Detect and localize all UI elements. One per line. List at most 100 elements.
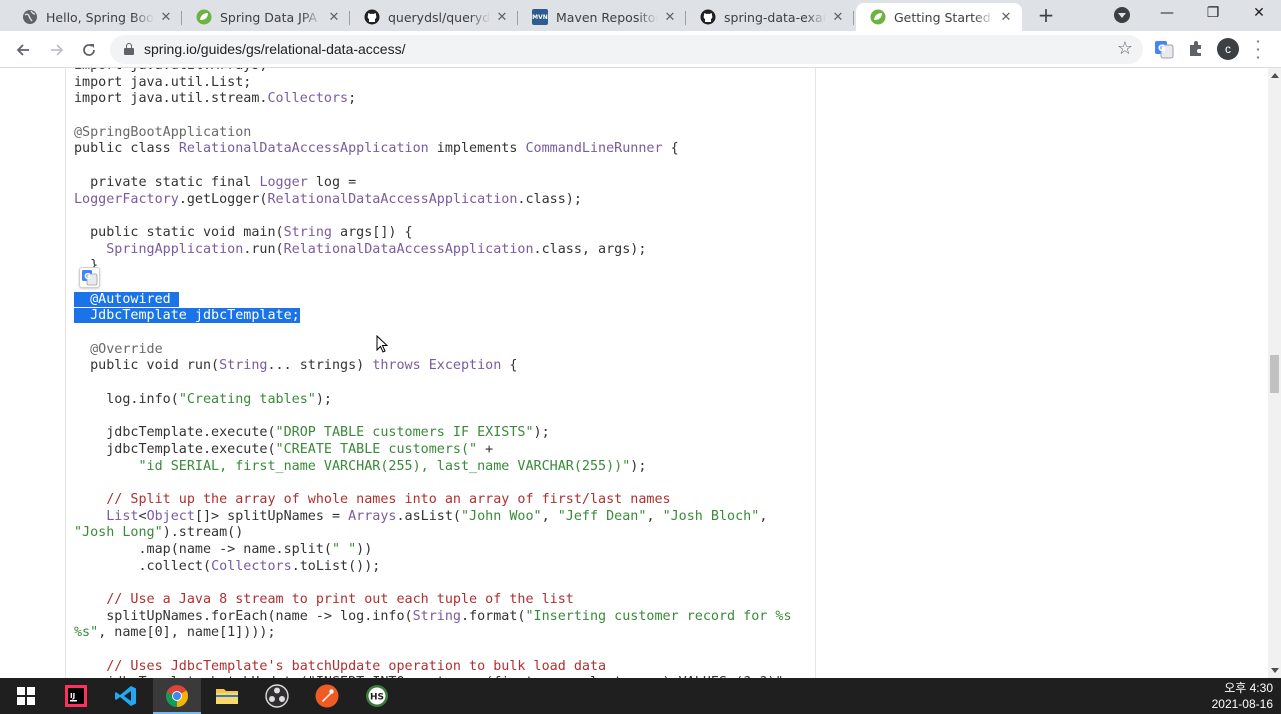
close-icon[interactable]: ✕ (662, 10, 678, 25)
code-token: log.info( (74, 391, 179, 407)
code-line: jdbcTemplate.execute("CREATE TABLE custo… (74, 442, 815, 459)
new-tab-button[interactable]: + (1034, 4, 1058, 28)
code-token: "Josh Long" (74, 525, 163, 541)
code-token: private static final (74, 174, 260, 190)
code-line: LoggerFactory.getLogger(RelationalDataAc… (74, 191, 815, 209)
postman-icon (315, 684, 339, 708)
code-token: public void run( (74, 358, 220, 374)
taskbar-vscode[interactable] (102, 678, 150, 714)
lock-icon[interactable] (124, 43, 134, 55)
mvn-icon: MVN (532, 9, 548, 25)
start-button[interactable] (2, 678, 50, 714)
code-token: splitUpNames.forEach(name -> log.info( (74, 608, 413, 624)
scroll-thumb[interactable] (1270, 355, 1279, 393)
taskbar-file-explorer[interactable] (203, 678, 251, 714)
code-token: SpringApplication (106, 241, 244, 257)
code-token: String (412, 608, 461, 624)
reload-button[interactable] (76, 37, 102, 63)
forward-button[interactable] (44, 37, 70, 63)
tab-maven-repository[interactable]: MVN Maven Repository: ✕ (518, 3, 686, 31)
code-line: "Josh Long").stream() (74, 525, 815, 542)
tab-querydsl[interactable]: querydsl/querydsl-j ✕ (350, 3, 518, 31)
taskbar-obs[interactable] (253, 678, 301, 714)
extensions-puzzle-icon[interactable] (1186, 39, 1206, 59)
code-line: @Override (74, 341, 815, 359)
svg-text:G: G (84, 272, 91, 281)
scroll-up-icon[interactable] (1271, 73, 1279, 78)
taskbar-chrome[interactable] (153, 678, 201, 714)
code-token (170, 291, 179, 307)
minimize-button[interactable]: — (1144, 0, 1190, 31)
code-token: " " (331, 541, 357, 557)
bookmark-star-icon[interactable]: ☆ (1117, 38, 1133, 59)
code-token: .collect( (74, 558, 212, 574)
code-line: JdbcTemplate jdbcTemplate; (74, 308, 815, 325)
vertical-scrollbar[interactable] (1268, 68, 1281, 678)
taskbar-intellij[interactable]: IJ (52, 678, 100, 714)
code-token: , name[0], name[1]))); (98, 625, 276, 641)
code-token: .getLogger( (178, 191, 268, 207)
code-token: @Override (74, 341, 163, 357)
tab-title: spring-data-examp (724, 9, 826, 25)
code-token: %s" (74, 625, 99, 641)
code-token: "Inserting customer record for %s (525, 608, 792, 624)
scroll-down-icon[interactable] (1271, 668, 1279, 673)
close-window-button[interactable]: ✕ (1236, 0, 1281, 31)
code-token: , (646, 508, 663, 524)
close-icon[interactable]: ✕ (158, 10, 174, 25)
hs-icon: HS (366, 685, 388, 707)
clock-date: 2021-08-16 (1211, 697, 1273, 711)
code-token: ); (315, 391, 332, 407)
folder-icon (216, 689, 238, 704)
code-line: jdbcTemplate.execute("DROP TABLE custome… (74, 425, 815, 442)
profile-avatar[interactable]: c (1217, 38, 1239, 60)
tab-hello-spring-boot[interactable]: Hello, Spring Boot! ✕ (8, 3, 182, 31)
menu-kebab-icon[interactable]: · · · (1252, 34, 1264, 66)
address-bar[interactable]: spring.io/guides/gs/relational-data-acce… (110, 35, 1143, 64)
github-icon (700, 9, 716, 25)
tab-search-icon[interactable] (1114, 7, 1130, 23)
code-token: String (283, 224, 332, 240)
code-line: .map(name -> name.split(" ")) (74, 541, 815, 559)
taskbar-postman[interactable] (303, 678, 351, 714)
spring-leaf-icon (196, 9, 212, 25)
code-line: @SpringBootApplication (74, 125, 815, 142)
code-token: throws (372, 358, 421, 374)
close-icon[interactable]: ✕ (830, 10, 846, 25)
chrome-icon (166, 685, 188, 707)
code-token: .run( (243, 241, 284, 257)
url-text: spring.io/guides/gs/relational-data-acce… (144, 41, 406, 57)
maximize-button[interactable]: ❐ (1190, 0, 1236, 31)
code-line: .collect(Collectors.toList()); (74, 558, 815, 576)
windows-taskbar: IJ HS 오후 4:30 2021-08-16 (0, 678, 1281, 714)
obs-icon (265, 684, 289, 708)
code-token: import java.util.Arrays; (74, 68, 267, 73)
tab-spring-data-jpa[interactable]: Spring Data JPA - R ✕ (182, 3, 350, 31)
code-token: Collectors (267, 91, 349, 107)
code-token: Arrays (348, 508, 397, 524)
close-icon[interactable]: ✕ (494, 10, 510, 25)
google-translate-icon[interactable]: G (1154, 39, 1174, 59)
tab-getting-started[interactable]: Getting Started | A ✕ (856, 3, 1022, 31)
code-token: , (759, 508, 768, 524)
back-button[interactable] (10, 37, 36, 63)
github-icon (364, 9, 380, 25)
close-icon[interactable]: ✕ (998, 10, 1014, 25)
close-icon[interactable]: ✕ (326, 10, 342, 25)
code-line: @Autowired (74, 291, 815, 309)
taskbar-heidisql[interactable]: HS (353, 678, 401, 714)
tab-spring-data-examples[interactable]: spring-data-examp ✕ (686, 3, 854, 31)
translate-popup-icon[interactable]: G (79, 267, 100, 288)
code-token: "Creating tables" (178, 391, 316, 407)
code-token: // Uses JdbcTemplate's batchUpdate opera… (74, 658, 607, 674)
system-clock[interactable]: 오후 4:30 2021-08-16 (1212, 680, 1273, 712)
page-content: import java.util.Arrays;import java.util… (0, 68, 1268, 678)
code-token: String (219, 358, 268, 374)
code-token: log = (307, 174, 357, 190)
code-token: , (541, 508, 558, 524)
